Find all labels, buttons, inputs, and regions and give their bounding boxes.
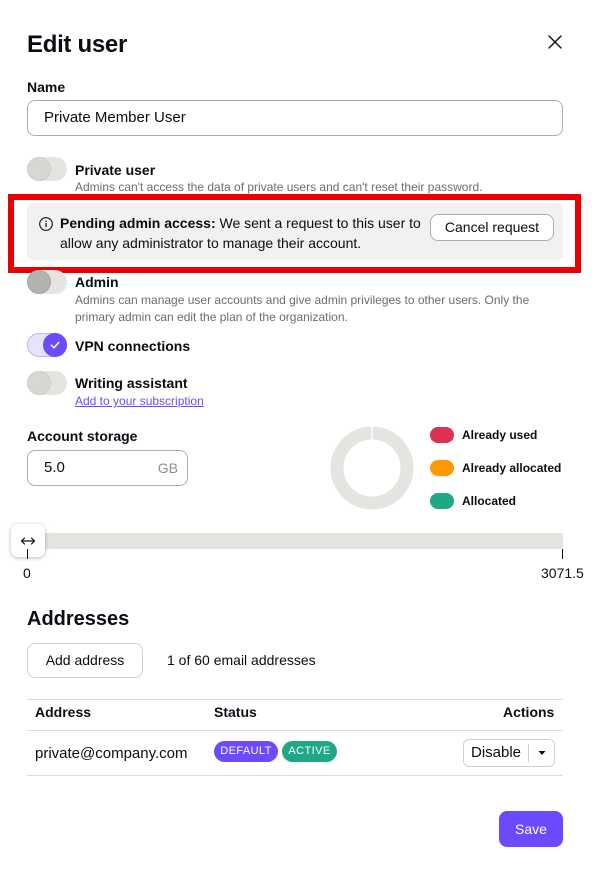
highlight-box	[8, 194, 581, 273]
legend-label: Already used	[462, 428, 538, 442]
status-badge-default: DEFAULT	[214, 741, 278, 762]
private-user-title: Private user	[75, 162, 156, 178]
name-input[interactable]: Private Member User	[27, 100, 563, 136]
vpn-toggle[interactable]	[27, 333, 67, 357]
legend-label: Already allocated	[462, 461, 562, 475]
toggle-knob	[27, 157, 51, 181]
admin-toggle[interactable]	[27, 270, 67, 294]
legend-label: Allocated	[462, 494, 517, 508]
storage-unit: GB	[157, 460, 178, 476]
column-header-status: Status	[214, 704, 257, 720]
table-divider	[27, 699, 563, 700]
storage-donut-chart	[330, 426, 414, 510]
legend-swatch	[430, 460, 454, 476]
storage-slider-handle[interactable]	[11, 524, 45, 557]
writing-assistant-toggle[interactable]	[27, 371, 67, 395]
actions-dropdown-toggle[interactable]	[529, 740, 555, 766]
modal-title: Edit user	[27, 31, 127, 58]
vpn-title: VPN connections	[75, 338, 191, 354]
close-button[interactable]	[543, 30, 567, 54]
account-storage-label: Account storage	[27, 428, 138, 444]
save-button[interactable]: Save	[499, 811, 563, 847]
addresses-title: Addresses	[27, 608, 130, 630]
address-cell: private@company.com	[35, 745, 188, 762]
name-label: Name	[27, 79, 66, 95]
address-count: 1 of 60 email addresses	[167, 652, 316, 668]
check-icon	[50, 341, 60, 349]
table-divider	[27, 730, 563, 731]
legend-allocated: Allocated	[430, 492, 516, 510]
add-to-subscription-link[interactable]: Add to your subscription	[75, 394, 204, 408]
toggle-knob	[27, 270, 51, 294]
close-icon	[548, 35, 562, 49]
storage-value: 5.0	[44, 459, 65, 476]
slider-max-tick	[562, 549, 563, 559]
storage-slider-track[interactable]	[27, 533, 563, 549]
legend-already-allocated: Already allocated	[430, 459, 561, 477]
status-badge-active: ACTIVE	[282, 741, 337, 762]
column-header-address: Address	[35, 704, 92, 720]
horizontal-arrows-icon	[20, 536, 36, 545]
disable-button[interactable]: Disable	[464, 740, 528, 766]
slider-max-label: 3071.5	[541, 565, 584, 581]
toggle-knob	[27, 371, 51, 395]
slider-min-tick	[27, 549, 28, 559]
storage-input[interactable]: 5.0 GB	[27, 450, 188, 486]
caret-down-icon	[538, 751, 546, 755]
legend-swatch	[430, 427, 454, 443]
column-header-actions: Actions	[503, 704, 555, 720]
writing-assistant-title: Writing assistant	[75, 375, 188, 391]
admin-description: Admins can manage user accounts and give…	[75, 293, 530, 324]
private-user-toggle[interactable]	[27, 157, 67, 181]
disable-split-button[interactable]: Disable	[463, 739, 555, 767]
legend-swatch	[430, 493, 454, 509]
toggle-knob	[43, 333, 67, 357]
add-address-button[interactable]: Add address	[27, 643, 143, 678]
slider-min-label: 0	[23, 565, 31, 581]
legend-already-used: Already used	[430, 426, 537, 444]
admin-title: Admin	[75, 274, 119, 290]
table-divider	[27, 775, 563, 776]
